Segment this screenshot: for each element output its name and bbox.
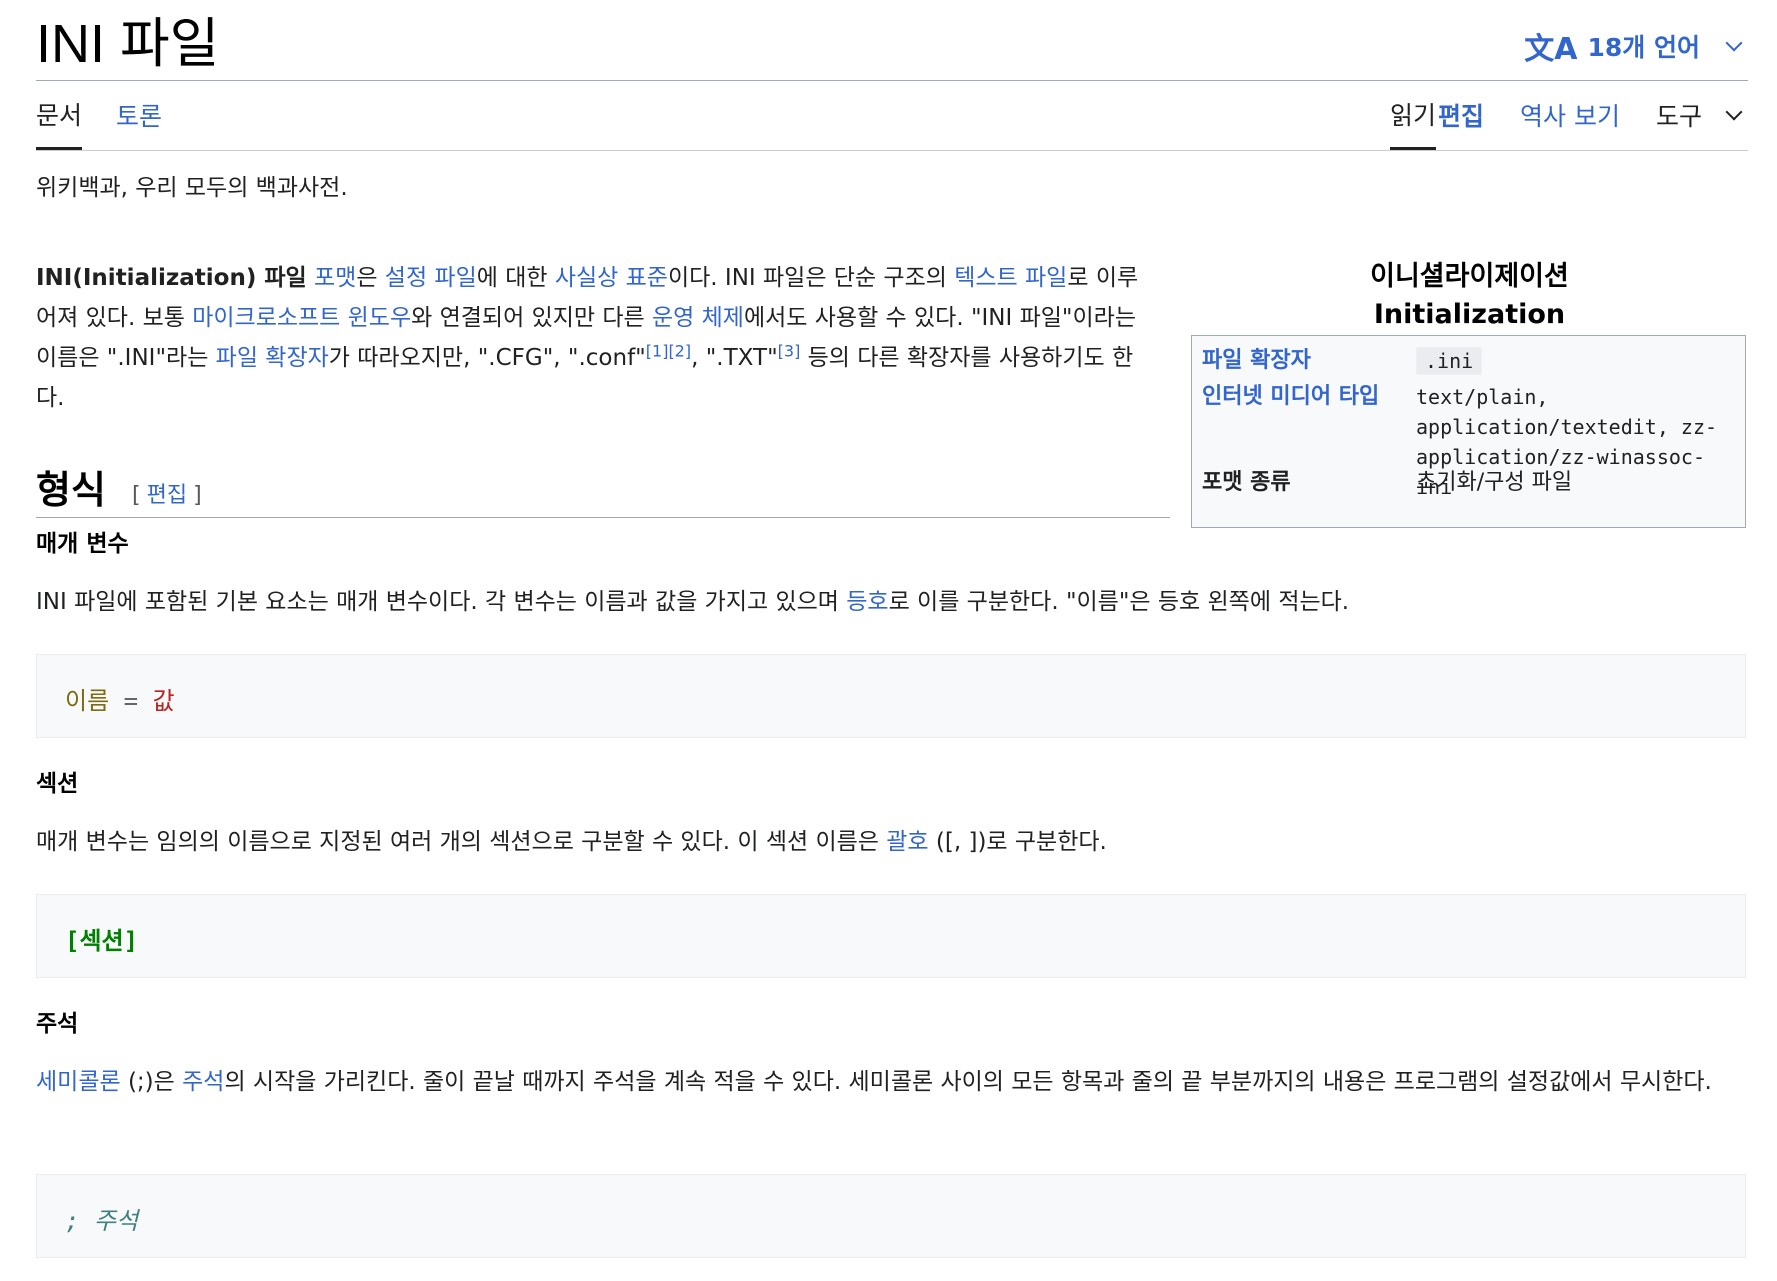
chevron-down-icon bbox=[1725, 103, 1743, 121]
tools-menu[interactable]: 도구 bbox=[1656, 80, 1744, 150]
page-tabs: 문서 토론 읽기 편집 역사 보기 도구 bbox=[36, 80, 1748, 151]
infobox-label-format-type: 포맷 종류 bbox=[1202, 470, 1291, 495]
reference-link[interactable]: [3] bbox=[778, 341, 801, 360]
infobox-label-extension[interactable]: 파일 확장자 bbox=[1202, 346, 1412, 376]
inline-link[interactable]: 파일 확장자 bbox=[216, 345, 329, 371]
comment-link[interactable]: 주석 bbox=[182, 1069, 224, 1095]
tab-article[interactable]: 문서 bbox=[36, 80, 83, 150]
infobox-value-format-type: 초기화/구성 파일 bbox=[1416, 470, 1573, 495]
brackets-link[interactable]: 괄호 bbox=[886, 829, 928, 855]
infobox-value-extension: .ini bbox=[1416, 346, 1736, 377]
code-block-section: [섹션] bbox=[36, 894, 1746, 978]
title-bar: INI 파일 文A 18개 언어 bbox=[36, 0, 1748, 81]
text-run: , ".TXT" bbox=[691, 345, 778, 371]
tab-talk[interactable]: 토론 bbox=[116, 80, 162, 150]
code-line: [섹션] bbox=[65, 927, 139, 955]
infobox-label-media-type[interactable]: 인터넷 미디어 타입 bbox=[1202, 382, 1412, 412]
text-run: 와 연결되어 있지만 다른 bbox=[411, 305, 652, 331]
code-block-comment: ; 주석 bbox=[36, 1174, 1746, 1258]
reference-link[interactable]: [1] bbox=[646, 341, 669, 360]
sections-paragraph: 매개 변수는 임의의 이름으로 지정된 여러 개의 섹션으로 구분할 수 있다.… bbox=[36, 829, 1107, 855]
code-line: 이름 = 값 bbox=[65, 687, 175, 715]
tab-history[interactable]: 역사 보기 bbox=[1520, 80, 1620, 150]
comments-paragraph: 세미콜론 (;)은 주석의 시작을 가리킨다. 줄이 끝날 때까지 주석을 계속… bbox=[36, 1069, 1712, 1095]
infobox-caption-ko: 이니셜라이제이션 bbox=[1370, 261, 1569, 292]
language-count-label: 18개 언어 bbox=[1587, 33, 1701, 62]
text-run bbox=[307, 265, 314, 291]
bold-term: INI(Initialization) 파일 bbox=[36, 265, 307, 291]
parameters-paragraph: INI 파일에 포함된 기본 요소는 매개 변수이다. 각 변수는 이름과 값을… bbox=[36, 589, 1350, 615]
text-run: 가 따라오지만, ".CFG", ".conf" bbox=[328, 345, 646, 371]
text-run: 이다. INI 파일은 단순 구조의 bbox=[667, 265, 955, 291]
code-block-parameter: 이름 = 값 bbox=[36, 654, 1746, 738]
infobox-caption-en: Initialization bbox=[1373, 299, 1566, 330]
translate-icon: 文A bbox=[1524, 32, 1578, 67]
semicolon-link[interactable]: 세미콜론 bbox=[36, 1069, 121, 1095]
language-button[interactable]: 文A 18개 언어 bbox=[1524, 24, 1748, 68]
inline-link[interactable]: 마이크로소프트 윈도우 bbox=[192, 305, 411, 331]
inline-link[interactable]: 텍스트 파일 bbox=[954, 265, 1067, 291]
inline-link[interactable]: 사실상 표준 bbox=[555, 265, 668, 291]
inline-link[interactable]: 포맷 bbox=[314, 265, 356, 291]
infobox-caption: 이니셜라이제이션 Initialization bbox=[1191, 258, 1748, 334]
section-heading: 형식 bbox=[36, 468, 106, 512]
section-edit-link[interactable]: 편집 bbox=[147, 483, 187, 508]
tools-label: 도구 bbox=[1656, 102, 1703, 131]
reference-link[interactable]: [2] bbox=[668, 341, 691, 360]
code-line: ; 주석 bbox=[65, 1207, 139, 1235]
section-edit: [편집] bbox=[132, 483, 202, 508]
inline-link[interactable]: 운영 체제 bbox=[652, 305, 744, 331]
intro-paragraph: INI(Initialization) 파일 포맷은 설정 파일에 대한 사실상… bbox=[36, 258, 1154, 418]
section-heading-row: 형식 [편집] bbox=[36, 455, 1170, 518]
text-run: 은 bbox=[356, 265, 385, 291]
tab-read[interactable]: 읽기 bbox=[1390, 80, 1437, 150]
subheading-parameters: 매개 변수 bbox=[36, 531, 129, 557]
text-run: 에 대한 bbox=[476, 265, 555, 291]
tab-edit[interactable]: 편집 bbox=[1438, 80, 1484, 150]
site-tagline: 위키백과, 우리 모두의 백과사전. bbox=[36, 175, 348, 201]
infobox: 파일 확장자 .ini 인터넷 미디어 타입 text/plain, appli… bbox=[1191, 335, 1746, 528]
chevron-down-icon bbox=[1725, 34, 1743, 52]
subheading-comments: 주석 bbox=[36, 1011, 79, 1037]
inline-link[interactable]: 설정 파일 bbox=[385, 265, 477, 291]
page-title: INI 파일 bbox=[36, 14, 220, 74]
equals-sign-link[interactable]: 등호 bbox=[846, 589, 888, 615]
subheading-sections: 섹션 bbox=[36, 771, 79, 797]
